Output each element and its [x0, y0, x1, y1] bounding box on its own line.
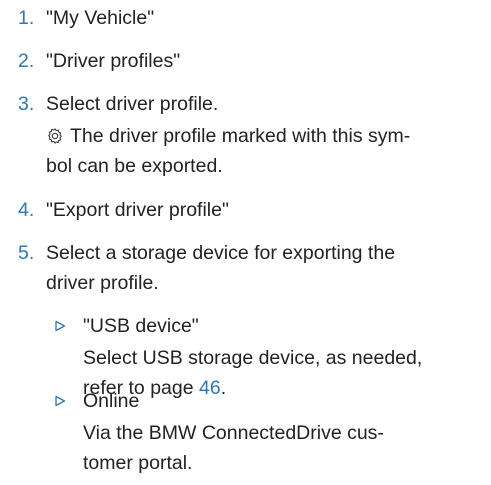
triangle-bullet-icon [55, 395, 66, 407]
triangle-bullet-icon [55, 320, 66, 332]
description-line: tomer portal. [83, 452, 193, 474]
note-line: bol can be exported. [46, 155, 223, 177]
description-line: Select USB storage device, as needed, [83, 347, 423, 369]
instruction-document: 1. "My Vehicle" 2. "Driver profiles" 3. … [0, 0, 491, 485]
step-number: 3. [18, 93, 35, 115]
gear-icon [48, 128, 62, 144]
step-3-note: The driver profile marked with this sym-… [46, 121, 476, 181]
step-text: Select driver profile. [46, 93, 219, 115]
step-text: "Driver profiles" [46, 50, 181, 72]
step-number: 1. [18, 7, 35, 29]
step-number: 4. [18, 199, 35, 221]
step-number: 2. [18, 50, 35, 72]
step-text-line: Select a storage device for exporting th… [46, 242, 396, 264]
step-text-line: driver profile. [46, 272, 159, 294]
note-line: The driver profile marked with this sym- [46, 121, 476, 151]
option-label: Online [83, 390, 140, 412]
step-number: 5. [18, 242, 35, 264]
step-text: "Export driver profile" [46, 199, 229, 221]
option-online-description: Via the BMW ConnectedDrive cus- tomer po… [83, 418, 478, 478]
description-line: Via the BMW ConnectedDrive cus- [83, 422, 384, 444]
option-label: "USB device" [83, 315, 199, 337]
step-text: Select a storage device for exporting th… [46, 238, 476, 298]
step-text: "My Vehicle" [46, 7, 155, 29]
note-text: The driver profile marked with this sym- [70, 125, 411, 147]
